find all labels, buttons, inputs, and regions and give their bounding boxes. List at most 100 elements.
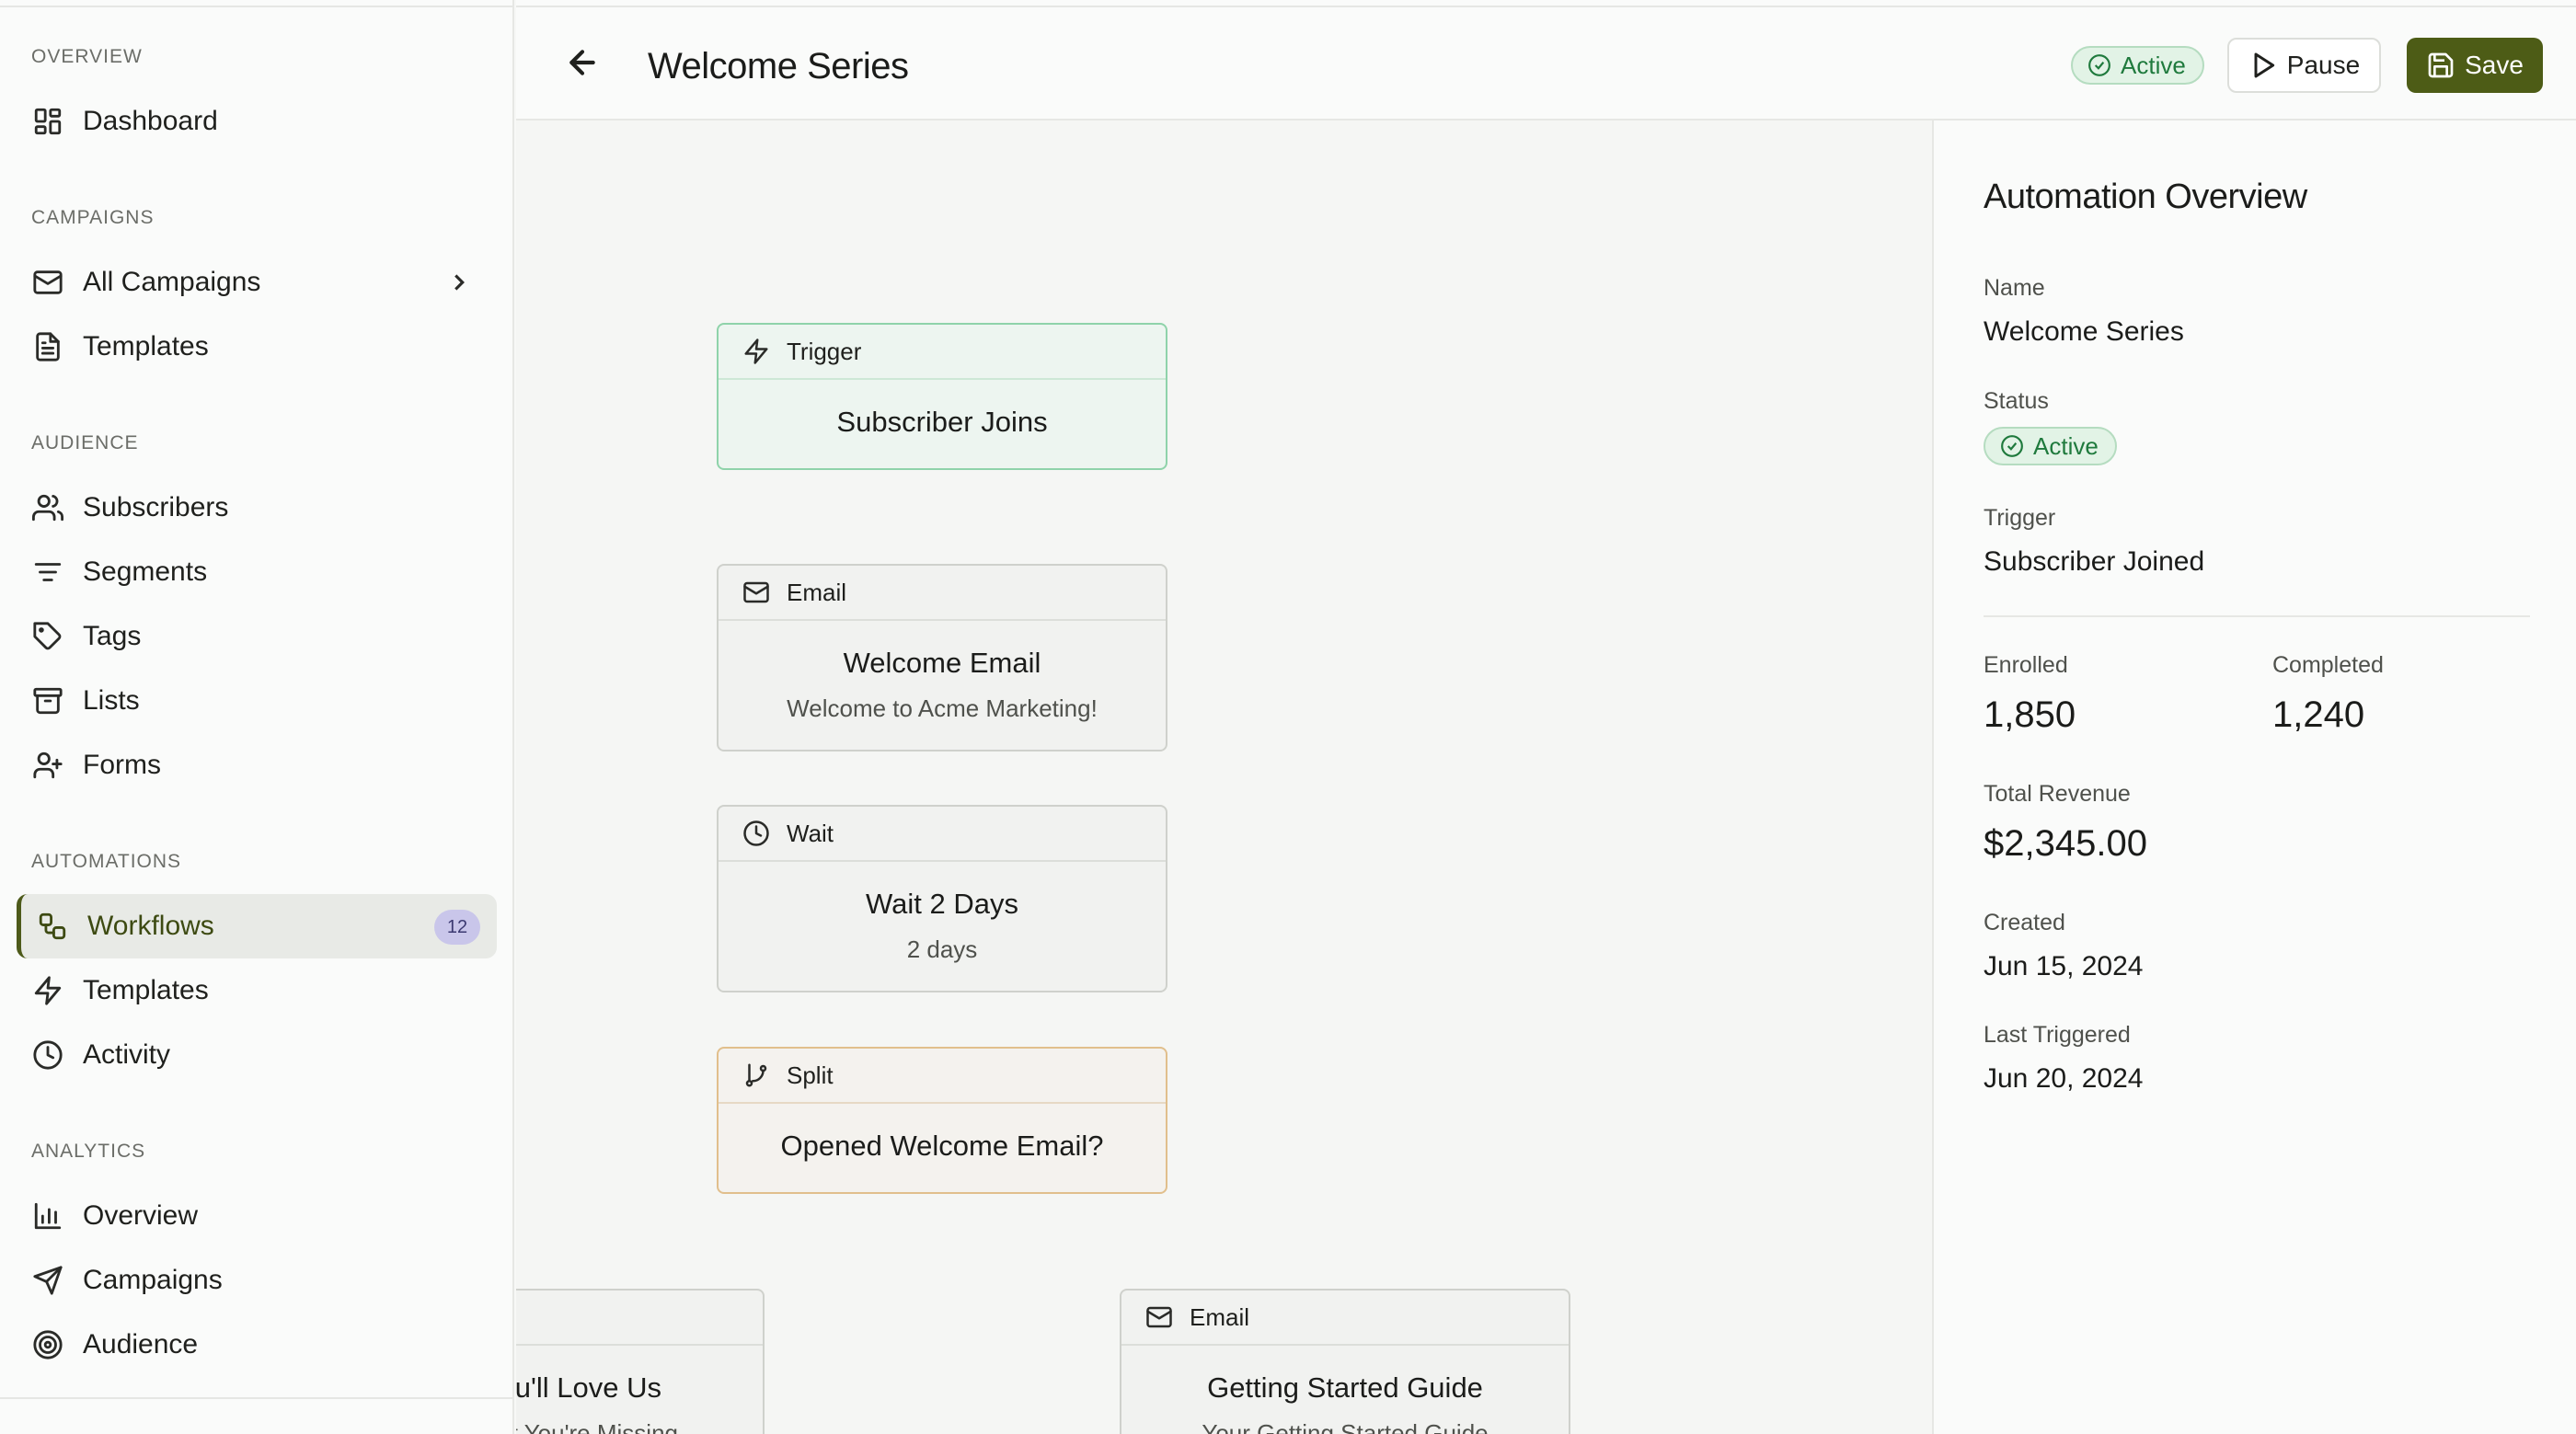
target-icon — [31, 1328, 64, 1361]
node-title: Opened Welcome Email? — [780, 1130, 1104, 1162]
sidebar-item-dashboard[interactable]: Dashboard — [17, 89, 497, 154]
panel-divider — [1984, 615, 2530, 617]
chevron-right-icon[interactable] — [445, 269, 473, 296]
save-button[interactable]: Save — [2407, 38, 2543, 93]
sidebar-item-label: Templates — [83, 331, 209, 361]
check-circle-icon — [2088, 54, 2110, 76]
workflows-count-badge: 12 — [434, 910, 480, 945]
workflow-node-branch-left[interactable]: ou'll Love Us at You're Missing — [516, 1289, 765, 1434]
status-badge: Active — [2071, 46, 2204, 85]
total-revenue-label: Total Revenue — [1984, 781, 2131, 807]
node-header: Email — [1121, 1291, 1569, 1346]
file-text-icon — [31, 330, 64, 363]
filter-lines-icon — [31, 556, 64, 589]
send-icon — [31, 1264, 64, 1297]
sidebar-bottom-divider — [0, 1397, 514, 1399]
workflow-node-wait[interactable]: Wait Wait 2 Days 2 days — [717, 805, 1167, 992]
sidebar-item-label: Overview — [83, 1200, 199, 1231]
workflow-canvas[interactable]: Trigger Subscriber Joins Email Welcome E… — [516, 120, 1933, 1434]
node-subtitle: Your Getting Started Guide — [1202, 1419, 1489, 1434]
node-title: Getting Started Guide — [1207, 1371, 1483, 1404]
bar-chart-icon — [31, 1199, 64, 1233]
workflow-node-split[interactable]: Split Opened Welcome Email? — [717, 1047, 1167, 1194]
sidebar-item-templates[interactable]: Templates — [17, 315, 497, 379]
sidebar-item-all-campaigns[interactable]: All Campaigns — [17, 250, 497, 315]
node-type: Trigger — [787, 337, 862, 365]
node-title: ou'll Love Us — [516, 1371, 661, 1404]
sidebar-item-activity[interactable]: Activity — [17, 1023, 497, 1087]
back-button[interactable] — [564, 44, 604, 85]
sidebar-item-forms[interactable]: Forms — [17, 733, 497, 797]
enrolled-value: 1,850 — [1984, 694, 2076, 735]
save-icon — [2428, 52, 2454, 78]
sidebar-item-label: Workflows — [87, 911, 214, 941]
sidebar-item-label: Dashboard — [83, 106, 218, 136]
zap-icon — [31, 974, 64, 1007]
section-title-campaigns: CAMPAIGNS — [31, 207, 155, 228]
automation-overview-panel: Automation Overview Name Welcome Series … — [1932, 120, 2576, 1434]
trigger-value: Subscriber Joined — [1984, 546, 2205, 577]
sidebar-item-label: Segments — [83, 556, 208, 587]
completed-label: Completed — [2272, 652, 2384, 678]
node-title: Subscriber Joins — [836, 406, 1048, 438]
play-icon — [2254, 52, 2274, 78]
node-subtitle: Welcome to Acme Marketing! — [787, 694, 1098, 722]
status-badge: Active — [1984, 427, 2117, 465]
node-title: Wait 2 Days — [866, 888, 1018, 920]
sidebar-item-analytics-overview[interactable]: Overview — [17, 1184, 497, 1248]
panel-title: Automation Overview — [1984, 178, 2307, 216]
created-label: Created — [1984, 910, 2065, 935]
name-label: Name — [1984, 275, 2045, 301]
clock-icon — [31, 1038, 64, 1072]
sidebar-item-label: Audience — [83, 1329, 199, 1359]
sidebar-item-workflows[interactable]: Workflows 12 — [17, 894, 497, 958]
pause-button[interactable]: Pause — [2227, 38, 2381, 93]
sidebar-item-label: Activity — [83, 1039, 171, 1070]
sidebar: OVERVIEW Dashboard CAMPAIGNS All Campaig… — [0, 0, 514, 1434]
users-icon — [31, 491, 64, 524]
created-value: Jun 15, 2024 — [1984, 951, 2144, 981]
node-header: Split — [719, 1049, 1166, 1104]
total-revenue-value: $2,345.00 — [1984, 823, 2147, 864]
mail-icon — [31, 266, 64, 299]
node-type: Split — [787, 1061, 834, 1089]
page-header: Welcome Series Active Pause Save — [516, 0, 2576, 120]
sidebar-item-label: All Campaigns — [83, 267, 261, 297]
sidebar-item-subscribers[interactable]: Subscribers — [17, 476, 497, 540]
status-badge-label: Active — [2121, 51, 2186, 79]
workflow-node-email-getting-started[interactable]: Email Getting Started Guide Your Getting… — [1120, 1289, 1570, 1434]
sidebar-item-automation-templates[interactable]: Templates — [17, 958, 497, 1023]
node-title: Welcome Email — [843, 647, 1041, 679]
status-badge-label: Active — [2033, 431, 2099, 460]
node-type: Email — [1190, 1302, 1250, 1331]
tag-icon — [31, 620, 64, 653]
header-top-divider — [516, 0, 2576, 7]
arrow-left-icon — [569, 50, 595, 75]
node-header — [516, 1291, 763, 1346]
sidebar-item-label: Tags — [83, 621, 142, 651]
section-title-analytics: ANALYTICS — [31, 1141, 146, 1162]
sidebar-item-label: Forms — [83, 750, 161, 780]
git-branch-icon — [745, 1063, 767, 1087]
sidebar-top-divider — [0, 0, 514, 7]
sidebar-item-analytics-campaigns[interactable]: Campaigns — [17, 1248, 497, 1313]
node-subtitle: at You're Missing — [516, 1419, 678, 1434]
status-label: Status — [1984, 388, 2049, 414]
workflow-node-trigger[interactable]: Trigger Subscriber Joins — [717, 323, 1167, 470]
last-triggered-label: Last Triggered — [1984, 1022, 2131, 1048]
enrolled-label: Enrolled — [1984, 652, 2068, 678]
workflow-node-email-welcome[interactable]: Email Welcome Email Welcome to Acme Mark… — [717, 564, 1167, 751]
node-type: Wait — [787, 819, 834, 847]
sidebar-item-analytics-audience[interactable]: Audience — [17, 1313, 497, 1377]
last-triggered-value: Jun 20, 2024 — [1984, 1063, 2144, 1094]
dashboard-icon — [31, 105, 64, 138]
save-button-label: Save — [2465, 51, 2524, 79]
check-circle-icon — [2001, 435, 2023, 457]
completed-value: 1,240 — [2272, 694, 2365, 735]
sidebar-item-tags[interactable]: Tags — [17, 604, 497, 669]
archive-icon — [31, 684, 64, 717]
workflow-icon — [36, 910, 69, 943]
sidebar-item-segments[interactable]: Segments — [17, 540, 497, 604]
sidebar-item-label: Lists — [83, 685, 140, 716]
sidebar-item-lists[interactable]: Lists — [17, 669, 497, 733]
